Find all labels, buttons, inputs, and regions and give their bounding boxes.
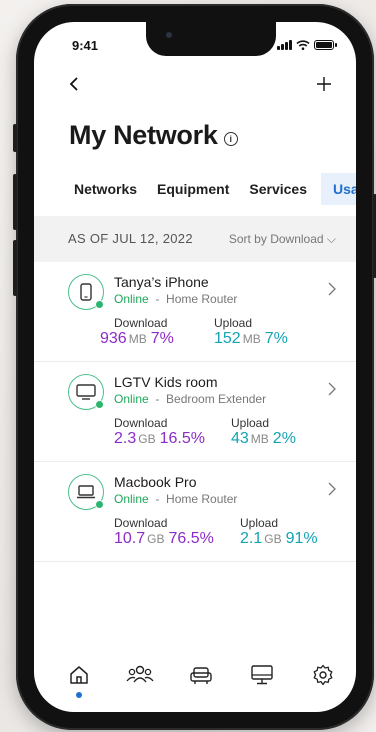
download-unit: MB xyxy=(128,332,147,346)
wifi-icon xyxy=(296,40,310,50)
upload-amount: 152 xyxy=(214,330,241,347)
device-location: Bedroom Extender xyxy=(166,392,267,406)
plus-icon xyxy=(317,77,331,91)
download-percent: 76.5% xyxy=(168,530,214,547)
tab-networks[interactable]: Networks xyxy=(68,175,143,203)
battery-icon xyxy=(314,40,337,50)
upload-unit: GB xyxy=(264,532,282,546)
tab-usage[interactable]: Usage xyxy=(320,173,356,205)
phone-icon xyxy=(80,283,92,301)
page-title: My Network xyxy=(69,120,218,150)
separator: - xyxy=(155,392,160,406)
device-status-line: Online - Bedroom Extender xyxy=(114,392,266,406)
device-name: LGTV Kids room xyxy=(114,374,218,390)
active-indicator xyxy=(76,692,82,698)
sofa-icon xyxy=(190,667,212,684)
upload-label: Upload xyxy=(214,316,253,330)
monitor-icon xyxy=(251,665,273,685)
upload-amount: 2.1 xyxy=(240,530,263,547)
usage-filter-bar: AS OF JUL 12, 2022 Sort by Download ⌵ xyxy=(34,216,356,262)
device-icon-badge xyxy=(68,374,104,410)
upload-value: 152 MB 7% xyxy=(214,330,288,348)
volume-down-button xyxy=(13,240,17,296)
add-button[interactable] xyxy=(316,68,332,99)
upload-label: Upload xyxy=(240,516,279,530)
device-icon-badge xyxy=(68,474,104,510)
download-percent: 16.5% xyxy=(159,430,205,447)
online-status: Online xyxy=(114,392,149,406)
notch xyxy=(146,22,276,56)
download-amount: 2.3 xyxy=(114,430,137,447)
download-percent: 7% xyxy=(150,330,174,347)
nav-settings[interactable] xyxy=(308,660,338,690)
phone-frame: 9:41 My Network i Networks Equipment Ser… xyxy=(13,4,376,730)
gear-icon xyxy=(313,664,333,686)
chevron-right-icon[interactable] xyxy=(328,280,336,301)
download-amount: 936 xyxy=(100,330,127,347)
upload-unit: MB xyxy=(250,432,269,446)
online-status-dot xyxy=(95,300,104,309)
device-row[interactable]: LGTV Kids room Online - Bedroom Extender… xyxy=(34,362,356,462)
device-name: Tanya’s iPhone xyxy=(114,274,209,290)
as-of-date: AS OF JUL 12, 2022 xyxy=(68,231,193,246)
status-time: 9:41 xyxy=(72,38,99,53)
upload-percent: 2% xyxy=(272,430,296,447)
nav-rooms[interactable] xyxy=(186,660,216,690)
home-icon xyxy=(70,666,88,684)
download-label: Download xyxy=(114,316,168,330)
download-value: 936 MB 7% xyxy=(100,330,174,348)
device-status-line: Online - Home Router xyxy=(114,492,237,506)
chevron-right-icon[interactable] xyxy=(328,380,336,401)
tab-equipment[interactable]: Equipment xyxy=(151,175,235,203)
device-name: Macbook Pro xyxy=(114,474,197,490)
upload-unit: MB xyxy=(242,332,261,346)
online-status-dot xyxy=(95,500,104,509)
nav-people[interactable] xyxy=(125,660,155,690)
cellular-signal-icon xyxy=(277,40,292,50)
separator: - xyxy=(155,492,160,506)
download-value: 10.7 GB 76.5% xyxy=(114,530,214,548)
tv-icon xyxy=(76,384,96,400)
upload-value: 2.1 GB 91% xyxy=(240,530,318,548)
page-title-row: My Network i xyxy=(69,120,238,151)
bottom-nav xyxy=(34,648,356,712)
chevron-right-icon[interactable] xyxy=(328,480,336,501)
upload-percent: 7% xyxy=(264,330,288,347)
device-icon-badge xyxy=(68,274,104,310)
tab-bar: Networks Equipment Services Usage xyxy=(68,172,356,206)
back-button[interactable] xyxy=(68,72,80,98)
upload-percent: 91% xyxy=(285,530,318,547)
online-status-dot xyxy=(95,400,104,409)
camera-icon xyxy=(166,32,172,38)
nav-home[interactable] xyxy=(64,660,94,698)
people-icon xyxy=(126,665,154,683)
volume-up-button xyxy=(13,174,17,230)
device-row[interactable]: Macbook Pro Online - Home Router Downloa… xyxy=(34,462,356,562)
chevron-left-icon xyxy=(69,77,78,91)
download-label: Download xyxy=(114,516,168,530)
upload-label: Upload xyxy=(231,416,270,430)
device-status-line: Online - Home Router xyxy=(114,292,237,306)
app-screen: 9:41 My Network i Networks Equipment Ser… xyxy=(34,22,356,712)
device-location: Home Router xyxy=(166,492,238,506)
device-location: Home Router xyxy=(166,292,238,306)
download-value: 2.3 GB 16.5% xyxy=(114,430,205,448)
top-nav xyxy=(34,72,356,102)
download-unit: GB xyxy=(147,532,165,546)
laptop-icon xyxy=(77,485,95,499)
download-label: Download xyxy=(114,416,168,430)
upload-value: 43 MB 2% xyxy=(231,430,296,448)
upload-amount: 43 xyxy=(231,430,249,447)
device-row[interactable]: Tanya’s iPhone Online - Home Router Down… xyxy=(34,262,356,362)
online-status: Online xyxy=(114,492,149,506)
separator: - xyxy=(155,292,160,306)
mute-switch xyxy=(13,124,17,152)
download-amount: 10.7 xyxy=(114,530,146,547)
info-icon[interactable]: i xyxy=(223,131,238,146)
nav-devices[interactable] xyxy=(247,660,277,690)
tab-services[interactable]: Services xyxy=(243,175,313,203)
download-unit: GB xyxy=(138,432,156,446)
online-status: Online xyxy=(114,292,149,306)
sort-dropdown[interactable]: Sort by Download ⌵ xyxy=(229,232,336,247)
